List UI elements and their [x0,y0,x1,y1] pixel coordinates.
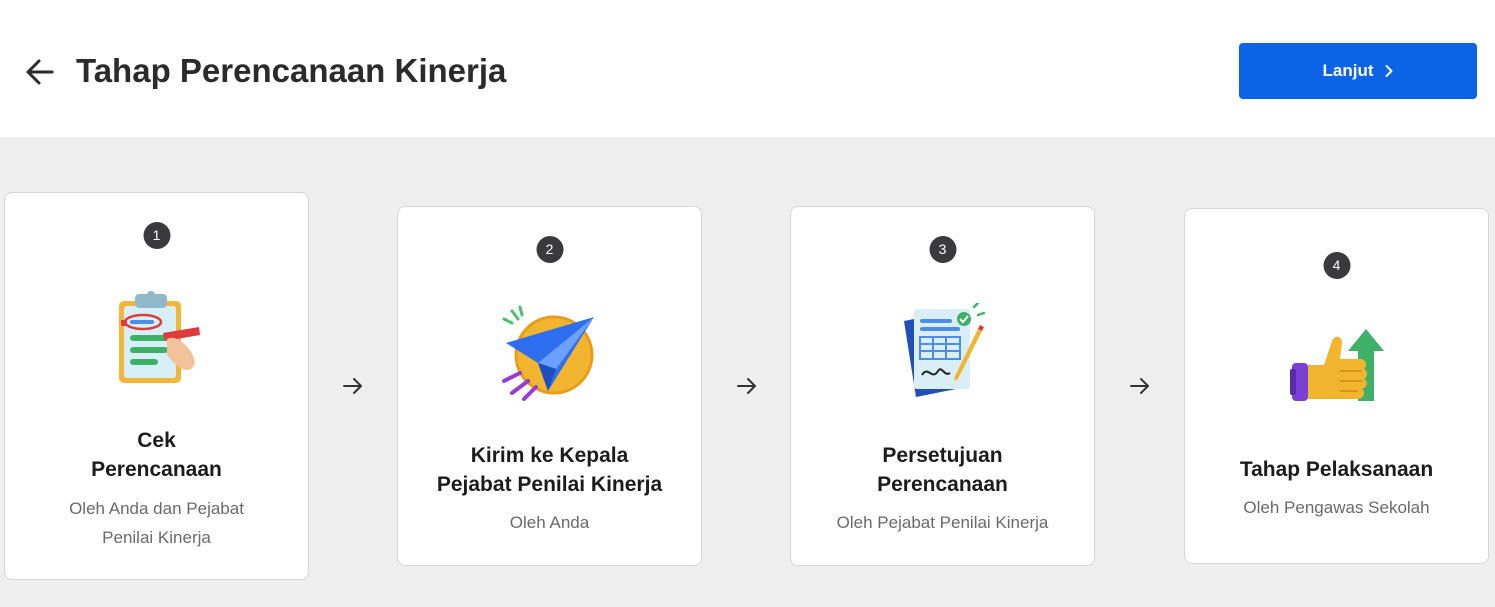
arrow-right-icon [1130,378,1149,394]
arrow-right-icon [343,378,362,394]
step-number-badge: 1 [143,222,170,249]
step-subtitle: Oleh Pengawas Sekolah [1243,498,1430,517]
step-number-badge: 4 [1323,252,1350,279]
next-button[interactable]: Lanjut [1239,43,1477,99]
next-button-label: Lanjut [1322,61,1374,80]
paper-plane-icon [501,305,594,401]
step-subtitle: Oleh Pejabat Penilai Kinerja [836,513,1049,532]
steps-flow: 1 Cek Perencanaan Oleh Anda dan Pejabat … [0,137,1495,607]
step-title: Tahap Pelaksanaan [1239,458,1434,481]
step-title: Persetujuan Perencanaan [877,444,1008,496]
thumbs-up-growth-icon [1289,329,1384,401]
arrow-right-icon [737,378,756,394]
page-header: Tahap Perencanaan Kinerja Lanjut [0,0,1495,137]
clipboard-check-icon [118,291,200,383]
step-title: Cek Perencanaan [91,429,222,481]
back-button[interactable] [22,54,58,90]
step-number-badge: 3 [929,236,956,263]
page-title: Tahap Perencanaan Kinerja [76,52,507,89]
step-card-2[interactable]: 2 Kirim ke Kepala Pejabat Penilai Kinerj… [397,206,702,566]
step-card-3[interactable]: 3 Persetujuan Perencanaan Oleh Pejabat P… [790,206,1095,566]
chevron-right-icon [1385,65,1392,77]
step-number-badge: 2 [536,236,563,263]
step-title: Kirim ke Kepala Pejabat Penilai Kinerja [436,444,663,496]
arrow-left-icon [26,59,54,85]
step-card-1[interactable]: 1 Cek Perencanaan Oleh Anda dan Pejabat … [4,192,309,580]
step-subtitle: Oleh Anda [509,513,590,532]
step-card-4[interactable]: 4 Tahap Pelaksanaan Oleh Pengawas Sekola… [1184,208,1489,564]
signed-document-icon [903,303,985,397]
step-subtitle: Oleh Anda dan Pejabat Penilai Kinerja [69,499,244,547]
